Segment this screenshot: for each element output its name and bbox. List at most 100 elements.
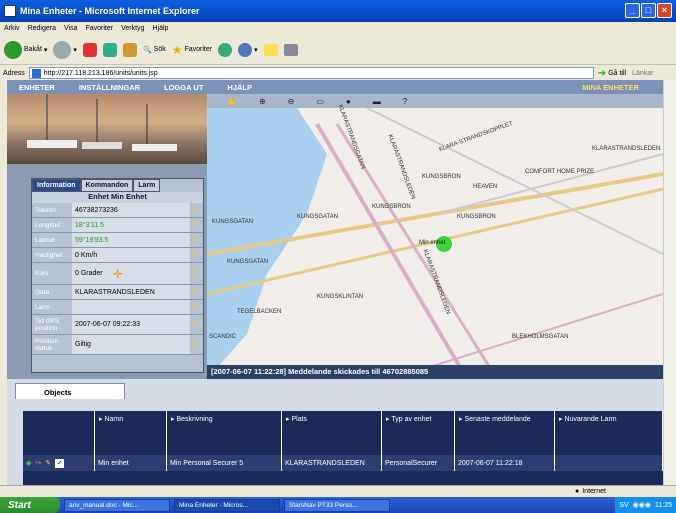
task-starsnav[interactable]: StarsNav PT33 Perso... (284, 498, 390, 512)
map-canvas[interactable] (207, 94, 663, 379)
history-button[interactable]: ▾ (238, 42, 258, 57)
header-typ[interactable]: ▸ Typ av enhet (382, 411, 455, 455)
close-button[interactable]: × (657, 3, 672, 18)
map-label: KUNGSBRON (422, 174, 461, 180)
minimize-button[interactable]: _ (625, 3, 640, 18)
page-scrollbar[interactable] (663, 80, 676, 485)
menu-redigera[interactable]: Redigera (28, 25, 56, 32)
help-icon[interactable]: ? (190, 222, 198, 229)
info-row-gata: Gata : KLARASTRANDSLEDEN? (32, 285, 203, 300)
map-label: KUNGSGATAN (227, 259, 269, 265)
header-typ-label: Typ av enhet (391, 416, 432, 423)
tab-information[interactable]: Information (32, 179, 81, 192)
row-checkbox[interactable]: ✓ (55, 458, 65, 468)
header-icons (23, 411, 95, 455)
header-senaste[interactable]: ▸ Senaste meddelande (455, 411, 555, 455)
map-label: BLEKHOLMSGATAN (512, 334, 569, 340)
help-icon[interactable]: ? (403, 97, 407, 106)
info-row-larm: Larm :? (32, 300, 203, 315)
header-namn[interactable]: ▸ Namn (95, 411, 167, 455)
search-button[interactable]: 🔍 Sök (143, 46, 166, 54)
info-key: Latitud : (35, 236, 59, 244)
compass-icon: ✛ (112, 266, 123, 281)
header-beskrivning-label: Beskrivning (176, 416, 213, 423)
edit-icon[interactable]: ✎ (45, 459, 51, 467)
objects-tab[interactable]: Objects (15, 383, 125, 399)
unit-marker-label: Min enhet (419, 240, 446, 246)
stop-button[interactable] (82, 42, 97, 57)
menu-favoriter[interactable]: Favoriter (85, 25, 113, 32)
help-icon[interactable]: ? (190, 207, 198, 214)
print-button[interactable] (283, 43, 298, 56)
header-beskrivning[interactable]: ▸ Beskrivning (167, 411, 282, 455)
home-button[interactable] (122, 42, 137, 57)
tab-kommandon[interactable]: Kommandon (80, 179, 134, 192)
maximize-button[interactable]: □ (641, 3, 656, 18)
mail-button[interactable] (263, 43, 278, 56)
forward-button[interactable]: ▾ (53, 40, 77, 59)
stop-icon (82, 42, 97, 57)
nav-hjalp[interactable]: HJÄLP (215, 83, 264, 92)
taskbar: Start anv_manual.doc - Mic... Mina Enhet… (0, 497, 676, 513)
harbor-boats-image (27, 94, 177, 151)
search-label: Sök (153, 46, 166, 53)
route-icon[interactable]: ↪ (35, 459, 41, 467)
help-icon[interactable]: ? (190, 321, 198, 328)
objects-table: ▸ Namn ▸ Beskrivning ▸ Plats ▸ Typ av en… (23, 411, 663, 485)
info-row-telefon: Telefon : 46738273236? (32, 203, 203, 218)
table-row[interactable]: ◆ ↪ ✎ ✓ Min enhet Min Personal Securer 5… (23, 455, 663, 471)
pan-icon[interactable]: ✋ (227, 97, 237, 106)
address-input[interactable]: http://217.118.213.186/units/units.jsp (28, 67, 594, 79)
links-label[interactable]: Länkar (632, 70, 653, 77)
back-button[interactable]: Bakåt ▾ (4, 40, 47, 59)
menu-verktyg[interactable]: Verktyg (121, 25, 144, 32)
zoom-out-icon[interactable]: ⊖ (288, 97, 295, 106)
tab-larm[interactable]: Larm (133, 179, 161, 192)
header-plats[interactable]: ▸ Plats (282, 411, 382, 455)
menu-arkiv[interactable]: Arkiv (4, 25, 20, 32)
media-button[interactable] (218, 42, 233, 57)
zoom-in-icon[interactable]: ⊕ (259, 97, 266, 106)
menu-visa[interactable]: Visa (64, 25, 78, 32)
task-ie[interactable]: Mina Enheter - Micros... (174, 498, 280, 512)
header-plats-label: Plats (291, 416, 308, 423)
help-icon[interactable]: ? (190, 270, 198, 277)
help-icon[interactable]: ? (190, 304, 198, 311)
help-icon[interactable]: ? (190, 252, 198, 259)
menu-hjalp[interactable]: Hjälp (152, 25, 168, 32)
nav-logga-ut[interactable]: LOGGA UT (152, 83, 215, 92)
help-icon[interactable]: ? (190, 289, 198, 296)
header-larm[interactable]: ▸ Nuvarande Larm (555, 411, 663, 455)
locate-icon[interactable]: ◆ (26, 459, 31, 467)
zoom-box-icon[interactable]: ▭ (316, 97, 324, 106)
task-label: StarsNav PT33 Perso... (289, 501, 358, 509)
task-label: anv_manual.doc - Mic... (69, 501, 139, 509)
refresh-button[interactable] (102, 42, 117, 57)
nav-enheter[interactable]: ENHETER (7, 83, 67, 92)
info-value: 2007-06-07 09:22:33 (72, 315, 190, 334)
unit-title: Enhet Min Enhet (32, 192, 203, 203)
cell-beskrivning: Min Personal Securer 5 (167, 455, 282, 471)
task-word[interactable]: anv_manual.doc - Mic... (64, 498, 170, 512)
nav-installningar[interactable]: INSTÄLLNINGAR (67, 83, 152, 92)
info-row-position-status: Position status : Giltig? (32, 335, 203, 355)
start-button[interactable]: Start (0, 497, 60, 513)
map-label: COMFORT HOME PRIZE (525, 169, 595, 175)
help-icon[interactable]: ? (190, 237, 198, 244)
cell-namn: Min enhet (95, 455, 167, 471)
favorites-button[interactable]: ★ Favoriter (172, 43, 212, 57)
measure-icon[interactable]: ▬ (373, 97, 381, 106)
map-view[interactable]: ✋ ⊕ ⊖ ▭ ● ▬ ? KLARA-STRANDSKOPPLET KLARA… (207, 94, 663, 379)
center-icon[interactable]: ● (346, 97, 351, 106)
language-indicator[interactable]: SV (619, 502, 628, 509)
info-tabs: Information Kommandon Larm (32, 179, 203, 192)
info-key: Telefon : (35, 206, 60, 214)
start-label: Start (8, 499, 31, 511)
info-value: Giltig (72, 335, 190, 354)
info-key: Larm : (35, 303, 54, 311)
go-button[interactable]: ➔ Gå till (598, 68, 626, 79)
help-icon[interactable]: ? (190, 341, 198, 348)
left-pane: Information Kommandon Larm Enhet Min Enh… (7, 94, 207, 379)
header-larm-label: Nuvarande Larm (564, 416, 617, 423)
info-key: Kurs : (35, 270, 52, 277)
